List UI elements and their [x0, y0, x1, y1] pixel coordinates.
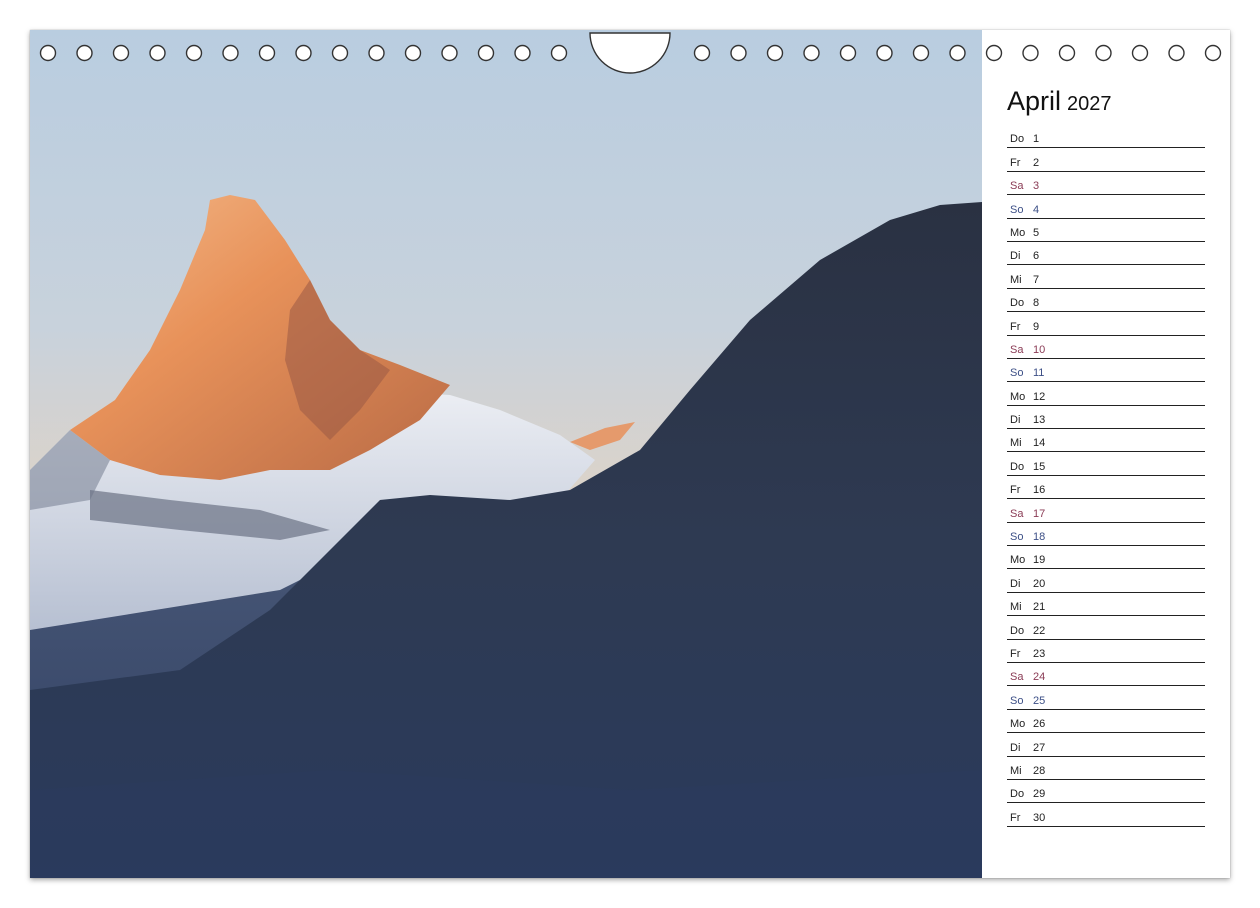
day-row: So 4: [1007, 195, 1205, 219]
day-number: 24: [1033, 671, 1046, 684]
day-row: Mi 14: [1007, 429, 1205, 453]
day-number: 7: [1033, 273, 1040, 286]
day-number: 20: [1033, 577, 1046, 590]
weekday-label: Do: [1010, 133, 1025, 146]
month-name: April: [1007, 86, 1062, 116]
day-row: Fr 2: [1007, 148, 1205, 172]
weekday-label: Fr: [1010, 156, 1021, 169]
day-row: Do 15: [1007, 452, 1205, 476]
day-number: 17: [1033, 507, 1046, 520]
day-number: 21: [1033, 601, 1046, 614]
day-number: 8: [1033, 297, 1040, 310]
weekday-label: Mi: [1010, 601, 1022, 614]
weekday-label: Mi: [1010, 437, 1022, 450]
day-row: Di 6: [1007, 242, 1205, 266]
weekday-label: So: [1010, 203, 1024, 216]
weekday-label: Mo: [1010, 718, 1026, 731]
month-title: April 2027: [1007, 86, 1112, 117]
weekday-label: So: [1010, 367, 1024, 380]
weekday-label: Mi: [1010, 764, 1022, 777]
day-row: Mo 12: [1007, 382, 1205, 406]
weekday-label: Mo: [1010, 554, 1026, 567]
day-number: 10: [1033, 343, 1046, 356]
day-number: 14: [1033, 437, 1046, 450]
day-number: 12: [1033, 390, 1046, 403]
day-row: Do 22: [1007, 616, 1205, 640]
weekday-label: Mi: [1010, 273, 1022, 286]
day-row: Mo 5: [1007, 219, 1205, 242]
weekday-label: Fr: [1010, 320, 1021, 333]
weekday-label: Fr: [1010, 811, 1021, 824]
weekday-label: So: [1010, 694, 1024, 707]
day-row: Do 8: [1007, 289, 1205, 313]
weekday-label: Fr: [1010, 647, 1021, 660]
day-row: Sa 17: [1007, 499, 1205, 523]
day-row: Di 13: [1007, 406, 1205, 430]
weekday-label: Sa: [1010, 671, 1024, 684]
day-row: Di 20: [1007, 569, 1205, 593]
calendar-page: April 2027 Do 1 Fr 2 Sa 3 So 4 Mo 5 Di 6 Mi 7 Do 8 Fr 9 Sa 1…: [30, 30, 1230, 878]
day-number: 26: [1033, 718, 1046, 731]
weekday-label: Sa: [1010, 180, 1024, 193]
day-number: 5: [1033, 226, 1040, 239]
day-number: 19: [1033, 554, 1046, 567]
weekday-label: So: [1010, 531, 1024, 544]
day-row: Mo 26: [1007, 710, 1205, 734]
day-number: 9: [1033, 320, 1040, 333]
weekday-label: Mo: [1010, 226, 1026, 239]
day-number: 3: [1033, 180, 1040, 193]
day-number: 18: [1033, 531, 1046, 544]
day-number: 16: [1033, 484, 1046, 497]
day-row: So 25: [1007, 686, 1205, 710]
day-number: 1: [1033, 133, 1040, 146]
day-row: Do 1: [1007, 125, 1205, 149]
day-row: So 11: [1007, 359, 1205, 383]
day-number: 30: [1033, 811, 1046, 824]
year-label: 2027: [1067, 93, 1112, 115]
day-row: Di 27: [1007, 733, 1205, 757]
day-row: Fr 16: [1007, 476, 1205, 500]
mountain-photo: [30, 30, 982, 878]
day-row: So 18: [1007, 523, 1205, 547]
day-number: 28: [1033, 764, 1046, 777]
weekday-label: Di: [1010, 741, 1021, 754]
day-number: 4: [1033, 203, 1040, 216]
weekday-label: Do: [1010, 624, 1025, 637]
day-number: 22: [1033, 624, 1046, 637]
weekday-label: Di: [1010, 577, 1021, 590]
day-row: Fr 9: [1007, 312, 1205, 336]
day-row: Do 29: [1007, 780, 1205, 804]
day-row: Sa 10: [1007, 336, 1205, 359]
day-row: Sa 24: [1007, 663, 1205, 687]
day-number: 27: [1033, 741, 1046, 754]
day-row: Mo 19: [1007, 546, 1205, 570]
day-row: Fr 23: [1007, 640, 1205, 663]
weekday-label: Mo: [1010, 390, 1026, 403]
day-list: Do 1 Fr 2 Sa 3 So 4 Mo 5 Di 6 Mi 7 Do 8 Fr 9 Sa 10 So 11 Mo 12 D…: [1007, 125, 1205, 827]
day-number: 25: [1033, 694, 1046, 707]
day-row: Sa 3: [1007, 172, 1205, 196]
weekday-label: Do: [1010, 297, 1025, 310]
weekday-label: Do: [1010, 788, 1025, 801]
day-row: Mi 28: [1007, 757, 1205, 780]
weekday-label: Sa: [1010, 343, 1024, 356]
day-number: 15: [1033, 460, 1046, 473]
weekday-label: Do: [1010, 460, 1025, 473]
day-number: 11: [1033, 367, 1045, 380]
calendar-panel: April 2027 Do 1 Fr 2 Sa 3 So 4 Mo 5 Di 6 Mi 7 Do 8 Fr 9 Sa 1…: [982, 30, 1230, 878]
day-row: Fr 30: [1007, 803, 1205, 827]
weekday-label: Di: [1010, 414, 1021, 427]
day-number: 29: [1033, 788, 1046, 801]
day-number: 2: [1033, 156, 1040, 169]
day-number: 13: [1033, 414, 1046, 427]
weekday-label: Fr: [1010, 484, 1021, 497]
weekday-label: Sa: [1010, 507, 1024, 520]
day-row: Mi 21: [1007, 593, 1205, 617]
day-number: 6: [1033, 250, 1040, 263]
day-number: 23: [1033, 647, 1046, 660]
day-row: Mi 7: [1007, 265, 1205, 289]
weekday-label: Di: [1010, 250, 1021, 263]
